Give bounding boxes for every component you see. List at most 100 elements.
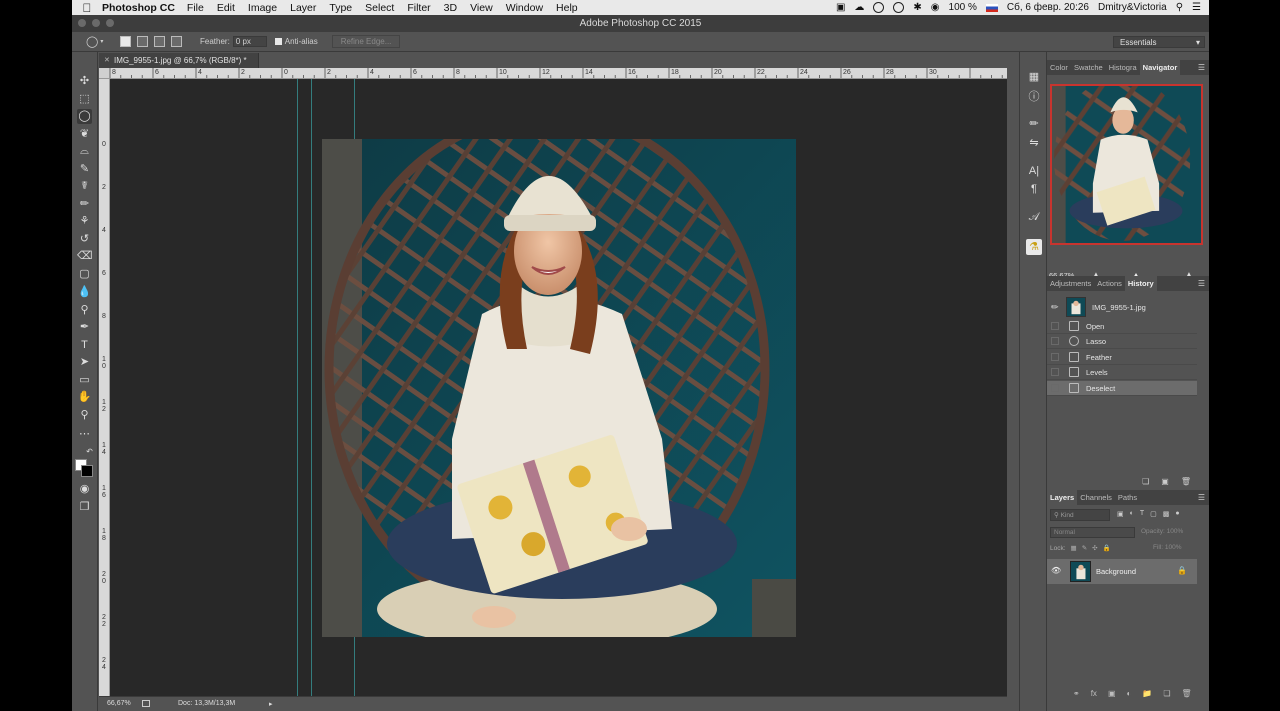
new-snapshot-icon[interactable]: ▣: [1161, 477, 1169, 486]
shape-filter-icon[interactable]: ▢: [1150, 510, 1157, 518]
canvas-area[interactable]: [110, 79, 1007, 696]
history-step[interactable]: Lasso: [1047, 334, 1197, 349]
anti-alias-toggle[interactable]: Anti-alias: [274, 37, 318, 46]
adjustment-filter-icon[interactable]: ◐: [1130, 510, 1134, 518]
healing-tool-icon[interactable]: ☤: [77, 179, 92, 194]
layer-filter-kind[interactable]: ⚲ Kind: [1050, 509, 1110, 521]
tab-layers[interactable]: Layers: [1047, 490, 1078, 505]
history-step[interactable]: Feather: [1047, 350, 1197, 365]
info-icon[interactable]: ⓘ: [1026, 89, 1042, 105]
pen-tool-icon[interactable]: ✒: [77, 320, 92, 335]
guide-line[interactable]: [297, 79, 298, 696]
trash-icon[interactable]: 🗑: [1181, 477, 1191, 486]
eye-icon[interactable]: 👁: [1051, 566, 1061, 575]
minimize-window-button[interactable]: [92, 19, 100, 27]
marquee-tool-icon[interactable]: ⬚: [77, 92, 92, 107]
menu-window[interactable]: Window: [506, 2, 543, 14]
panel-menu-icon[interactable]: ☰: [1198, 279, 1205, 288]
refine-edge-button[interactable]: Refine Edge...: [331, 35, 401, 48]
opacity-value[interactable]: 100%: [1167, 528, 1184, 535]
dodge-tool-icon[interactable]: ⚲: [77, 303, 92, 318]
history-checkbox[interactable]: [1051, 337, 1059, 345]
blur-tool-icon[interactable]: 💧: [77, 285, 92, 300]
clock-icon[interactable]: [873, 2, 885, 13]
properties-icon[interactable]: ⇋: [1026, 135, 1042, 151]
subtract-selection-button[interactable]: [154, 36, 165, 47]
sync-icon[interactable]: [893, 2, 905, 13]
panel-menu-icon[interactable]: ☰: [1198, 63, 1205, 72]
swap-colors-icon[interactable]: ↶: [82, 444, 97, 459]
history-checkbox[interactable]: [1051, 322, 1059, 330]
document-tab[interactable]: ✕ IMG_9955-1.jpg @ 66,7% (RGB/8*) *: [99, 53, 259, 68]
menu-3d[interactable]: 3D: [444, 2, 457, 14]
horizontal-ruler[interactable]: 8 6 4 2 0 2 4 6 8 10 12 14 16 18 20 22 24 26 28 30: [110, 68, 1007, 79]
flag-icon[interactable]: [985, 3, 998, 12]
brushes-icon[interactable]: ✏: [1026, 116, 1042, 132]
lock-paint-icon[interactable]: ✎: [1082, 544, 1087, 552]
anti-alias-checkbox[interactable]: [274, 38, 282, 45]
tab-paths[interactable]: Paths: [1115, 490, 1140, 505]
filter-toggle-icon[interactable]: ●: [1175, 510, 1179, 518]
zoom-window-button[interactable]: [106, 19, 114, 27]
intersect-selection-button[interactable]: [171, 36, 182, 47]
history-checkbox[interactable]: [1051, 353, 1059, 361]
move-tool-icon[interactable]: ✣: [77, 74, 92, 89]
tab-swatches[interactable]: Swatche: [1071, 60, 1106, 75]
share-icon[interactable]: [142, 700, 150, 707]
adjustment-layer-icon[interactable]: ◐: [1127, 689, 1132, 698]
gradient-tool-icon[interactable]: ▢: [77, 267, 92, 282]
tab-actions[interactable]: Actions: [1094, 276, 1125, 291]
menu-image[interactable]: Image: [248, 2, 277, 14]
more-tools-icon[interactable]: ⋯: [77, 427, 92, 442]
new-selection-button[interactable]: [120, 36, 131, 47]
feather-input[interactable]: 0 px: [232, 36, 267, 47]
brush-tool-icon[interactable]: ✏: [77, 197, 92, 212]
zoom-tool-icon[interactable]: ⚲: [77, 408, 92, 423]
lock-all-icon[interactable]: 🔒: [1103, 544, 1111, 552]
paragraph-icon[interactable]: ¶: [1026, 181, 1042, 197]
lock-icon[interactable]: 🔒: [1177, 566, 1187, 575]
trash-icon[interactable]: 🗑: [1181, 689, 1191, 698]
history-brush-tool-icon[interactable]: ↺: [77, 232, 92, 247]
blend-mode-select[interactable]: Normal: [1050, 527, 1135, 538]
close-window-button[interactable]: [78, 19, 86, 27]
workspace-select[interactable]: Essentials ▾: [1113, 36, 1205, 48]
document-image[interactable]: [322, 139, 796, 637]
crop-tool-icon[interactable]: ⌓: [77, 144, 92, 159]
menu-filter[interactable]: Filter: [407, 2, 430, 14]
libraries-icon[interactable]: ▦: [1026, 69, 1042, 85]
tab-color[interactable]: Color: [1047, 60, 1071, 75]
history-snapshot[interactable]: ✏ IMG_9955-1.jpg: [1047, 295, 1197, 319]
path-select-tool-icon[interactable]: ➤: [77, 355, 92, 370]
history-step[interactable]: Deselect: [1047, 381, 1197, 396]
navigator-thumbnail[interactable]: [1050, 84, 1203, 245]
list-icon[interactable]: ☰: [1192, 2, 1201, 13]
guide-line[interactable]: [311, 79, 312, 696]
menu-help[interactable]: Help: [556, 2, 578, 14]
character-icon[interactable]: A|: [1026, 163, 1042, 179]
menu-file[interactable]: File: [187, 2, 204, 14]
lock-move-icon[interactable]: ✣: [1092, 544, 1097, 552]
vertical-ruler[interactable]: 0 2 4 6 8 1 0 1 2 1 4 1 6 1 8 2 0 2 2 2 4: [99, 79, 110, 696]
tab-adjustments[interactable]: Adjustments: [1047, 276, 1094, 291]
add-selection-button[interactable]: [137, 36, 148, 47]
menu-edit[interactable]: Edit: [217, 2, 235, 14]
bluetooth-icon[interactable]: ✱: [913, 2, 921, 13]
link-layers-icon[interactable]: ⚭: [1073, 689, 1080, 698]
wifi-icon[interactable]: ◉: [931, 2, 940, 13]
tab-history[interactable]: History: [1124, 276, 1157, 291]
menu-type[interactable]: Type: [329, 2, 352, 14]
type-filter-icon[interactable]: T: [1140, 510, 1144, 518]
history-step[interactable]: Open: [1047, 319, 1197, 334]
quick-select-tool-icon[interactable]: ❦: [77, 127, 92, 142]
spotlight-icon[interactable]: ⚲: [1176, 2, 1183, 13]
plugin-flask-icon[interactable]: ⚗: [1026, 239, 1042, 255]
zoom-level[interactable]: 66,67%: [107, 700, 131, 707]
tab-channels[interactable]: Channels: [1077, 490, 1115, 505]
stamp-tool-icon[interactable]: ⚘: [77, 214, 92, 229]
pixel-filter-icon[interactable]: ▣: [1117, 510, 1124, 518]
quick-mask-icon[interactable]: ◉: [77, 482, 92, 497]
layer-row[interactable]: 👁 Background 🔒: [1047, 559, 1197, 584]
history-checkbox[interactable]: [1051, 384, 1059, 392]
layer-name[interactable]: Background: [1096, 567, 1136, 576]
